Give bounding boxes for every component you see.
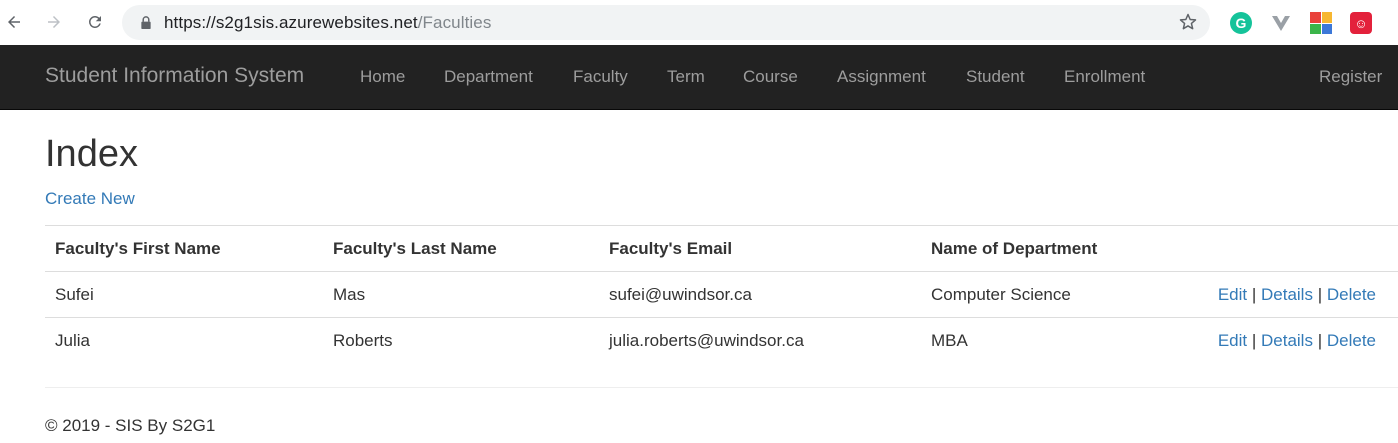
vue-devtools-icon[interactable] <box>1270 12 1292 34</box>
forward-button[interactable] <box>42 10 66 34</box>
header-first-name: Faculty's First Name <box>45 225 323 272</box>
create-new-link[interactable]: Create New <box>45 189 135 209</box>
table-row: Sufei Mas sufei@uwindsor.ca Computer Sci… <box>45 271 1398 318</box>
address-bar[interactable]: https://s2g1sis.azurewebsites.net/Facult… <box>122 5 1210 40</box>
forward-arrow-icon <box>48 16 60 28</box>
brand-link[interactable]: Student Information System <box>45 64 304 88</box>
browser-toolbar: https://s2g1sis.azurewebsites.net/Facult… <box>0 0 1398 45</box>
grammarly-icon[interactable]: G <box>1230 12 1252 34</box>
separator: | <box>1251 284 1257 304</box>
row-actions: Edit | Details | Delete <box>1201 318 1398 364</box>
cell-email: julia.roberts@uwindsor.ca <box>609 330 804 350</box>
nav-assignment[interactable]: Assignment <box>837 67 926 87</box>
nav-home[interactable]: Home <box>360 67 405 87</box>
back-button[interactable] <box>2 10 26 34</box>
footer-text: © 2019 - SIS By S2G1 <box>45 416 216 435</box>
table-header-row: Faculty's First Name Faculty's Last Name… <box>45 225 1398 272</box>
row-actions: Edit | Details | Delete <box>1201 271 1398 318</box>
edit-link[interactable]: Edit <box>1218 285 1247 304</box>
cell-first-name: Julia <box>55 330 90 350</box>
cell-email: sufei@uwindsor.ca <box>599 271 921 318</box>
header-actions <box>1201 225 1398 272</box>
nav-register[interactable]: Register <box>1319 67 1382 87</box>
reload-button[interactable] <box>83 10 107 34</box>
delete-link[interactable]: Delete <box>1327 331 1376 350</box>
cell-last-name: Mas <box>323 271 599 318</box>
delete-link[interactable]: Delete <box>1327 285 1376 304</box>
nav-faculty[interactable]: Faculty <box>573 67 628 87</box>
nav-course[interactable]: Course <box>743 67 798 87</box>
header-last-name: Faculty's Last Name <box>323 225 599 272</box>
red-extension-icon[interactable]: ☺ <box>1350 12 1372 34</box>
site-navbar: Student Information System Home Departme… <box>0 45 1398 110</box>
header-email: Faculty's Email <box>599 225 921 272</box>
page-title: Index <box>45 133 138 175</box>
cell-last-name: Roberts <box>333 330 393 350</box>
cell-department: MBA <box>931 330 968 350</box>
separator: | <box>1317 330 1323 350</box>
details-link[interactable]: Details <box>1261 285 1313 304</box>
bookmark-star-icon[interactable] <box>1178 12 1198 32</box>
separator: | <box>1317 284 1323 304</box>
nav-student[interactable]: Student <box>966 67 1025 87</box>
reload-icon <box>88 15 101 28</box>
edit-link[interactable]: Edit <box>1218 331 1247 350</box>
url-text: https://s2g1sis.azurewebsites.net/Facult… <box>164 13 492 32</box>
faculty-table: Faculty's First Name Faculty's Last Name… <box>45 225 1398 364</box>
nav-term[interactable]: Term <box>667 67 705 87</box>
separator: | <box>1251 330 1257 350</box>
nav-department[interactable]: Department <box>444 67 533 87</box>
footer-divider <box>45 387 1398 388</box>
lock-icon <box>141 16 151 29</box>
table-row: Julia Roberts julia.roberts@uwindsor.ca … <box>45 318 1398 364</box>
cell-first-name: Sufei <box>45 271 323 318</box>
header-department: Name of Department <box>921 225 1201 272</box>
details-link[interactable]: Details <box>1261 331 1313 350</box>
cell-department: Computer Science <box>921 271 1201 318</box>
nav-enrollment[interactable]: Enrollment <box>1064 67 1145 87</box>
back-arrow-icon <box>8 16 20 28</box>
color-grid-icon[interactable] <box>1310 12 1332 34</box>
